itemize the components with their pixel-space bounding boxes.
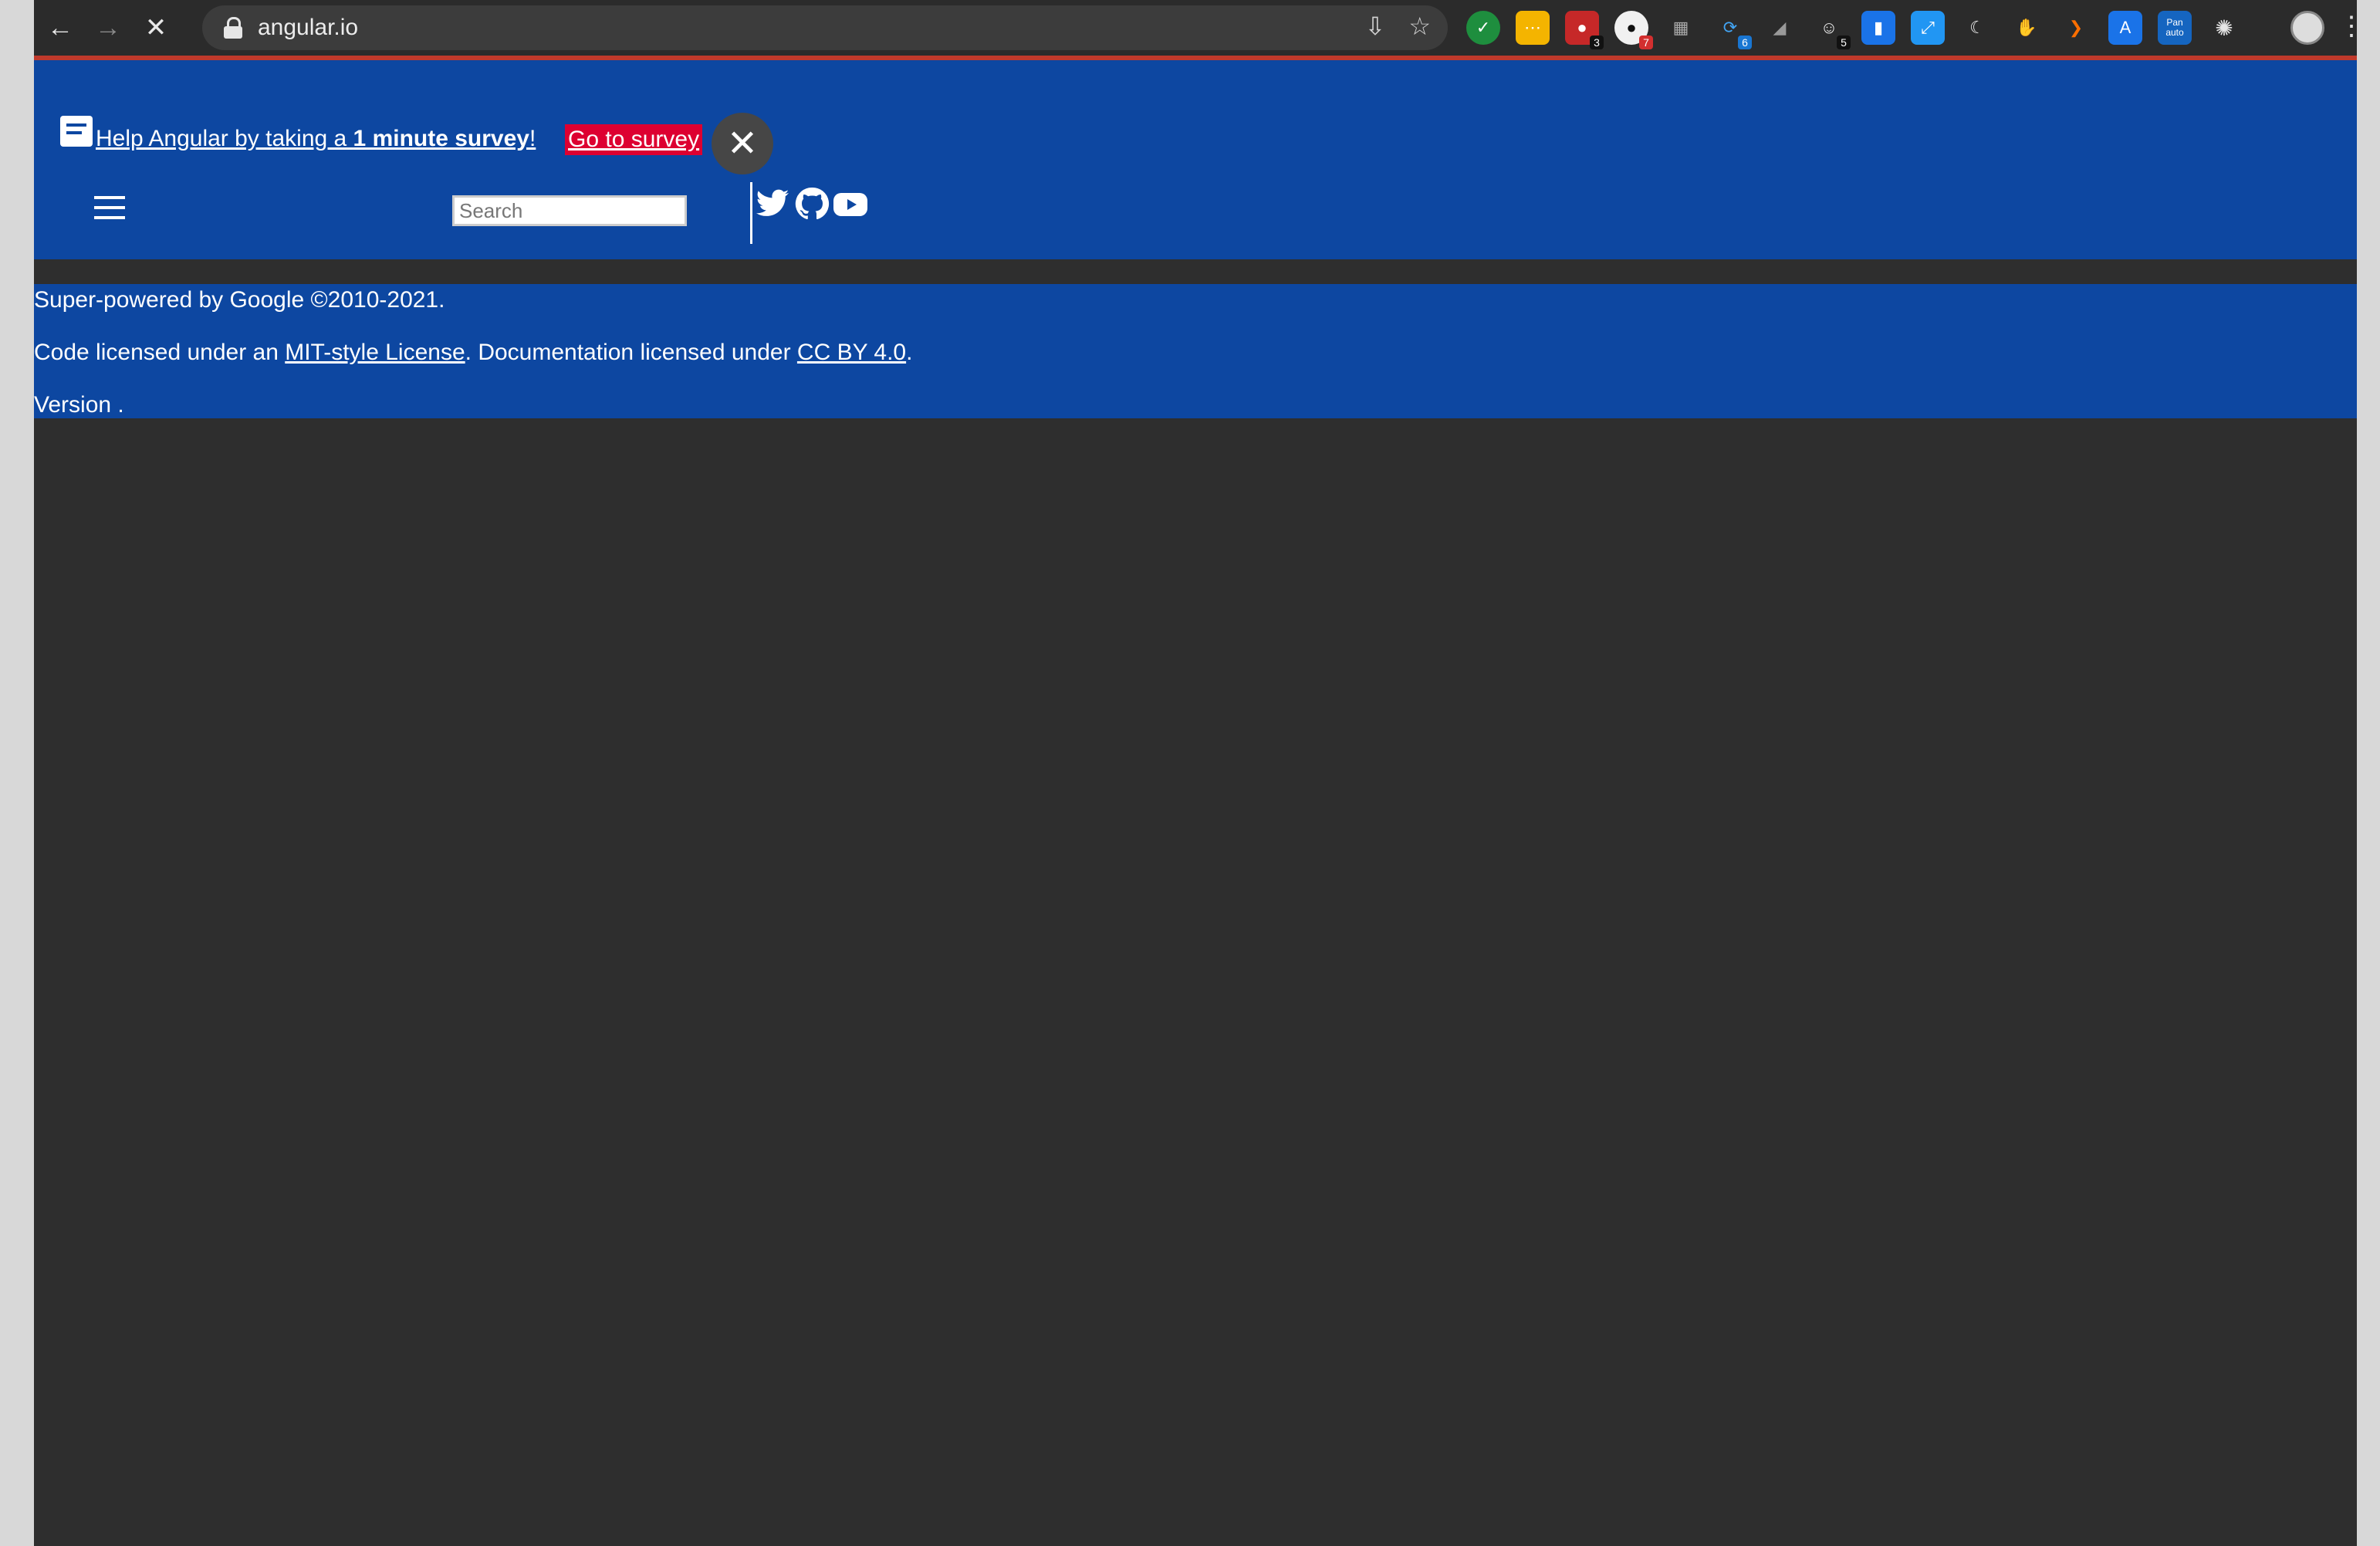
toolbar-divider — [750, 182, 752, 244]
bookmark-extension-icon[interactable]: ▮ — [1861, 11, 1895, 45]
browser-window: ← → ✕ angular.io ⇩ ☆ ✓ ⋯ ● 3 ● 7 ▦ ⟳ 6 ◢ ☺ 5… — [34, 0, 2357, 1546]
header-footer-gap — [34, 259, 2357, 284]
cc-by-link[interactable]: CC BY 4.0 — [797, 340, 906, 365]
mit-license-link[interactable]: MIT-style License — [285, 340, 465, 365]
back-icon[interactable]: ← — [39, 6, 82, 49]
refresh-extension-icon[interactable]: ⟳ 6 — [1713, 11, 1752, 49]
pan-auto-extension-icon[interactable]: Pan auto — [2158, 11, 2192, 45]
social-links — [753, 185, 869, 222]
github-icon[interactable] — [793, 185, 830, 222]
terminal-extension-icon[interactable]: ❯ — [2059, 11, 2093, 45]
page-header: Help Angular by taking a 1 minute survey… — [34, 60, 2357, 259]
profile-avatar[interactable] — [2290, 11, 2324, 45]
dark-mode-extension-icon[interactable]: ☾ — [1960, 11, 1994, 45]
version-text: Version . — [34, 392, 124, 418]
notes-extension-icon[interactable]: ⋯ — [1516, 11, 1550, 45]
extensions-icon[interactable]: ✺ — [2207, 11, 2241, 45]
resize-extension-icon[interactable]: ⤢ — [1911, 11, 1945, 45]
search-input[interactable] — [452, 195, 687, 226]
more-icon[interactable]: ⋮ — [2338, 11, 2357, 42]
url-text[interactable]: angular.io — [258, 15, 358, 41]
extension-badge: 6 — [1738, 36, 1752, 49]
browser-toolbar: ← → ✕ angular.io ⇩ ☆ ✓ ⋯ ● 3 ● 7 ▦ ⟳ 6 ◢ ☺ 5… — [34, 0, 2357, 56]
translate-extension-icon[interactable]: A — [2108, 11, 2142, 45]
license-suffix: . — [906, 340, 913, 365]
survey-text-before: Help Angular by taking a — [96, 126, 353, 151]
github-extension-icon[interactable]: ● 7 — [1614, 11, 1653, 49]
grid-extension-icon[interactable]: ▦ — [1664, 11, 1698, 45]
license-text: Code licensed under an MIT-style License… — [34, 340, 912, 366]
extension-badge: 7 — [1639, 36, 1653, 49]
survey-text-after: ! — [529, 126, 536, 151]
close-icon[interactable]: ✕ — [712, 113, 773, 174]
extensions-bar: ✓ ⋯ ● 3 ● 7 ▦ ⟳ 6 ◢ ☺ 5 ▮ ⤢ ☾ ✋ ❯ A Pan auto… — [1466, 11, 2241, 49]
thumbs-up-extension-icon[interactable]: ✋ — [2010, 11, 2044, 45]
youtube-icon[interactable] — [832, 188, 869, 219]
go-to-survey-link[interactable]: Go to survey — [565, 124, 703, 155]
pen-extension-icon[interactable]: ◢ — [1763, 11, 1797, 45]
powered-by-text: Super-powered by Google ©2010-2021. — [34, 287, 445, 313]
survey-notice[interactable]: Help Angular by taking a 1 minute survey… — [96, 126, 536, 152]
auto-label: auto — [2165, 27, 2184, 38]
extension-badge: 5 — [1837, 36, 1851, 49]
license-prefix: Code licensed under an — [34, 340, 286, 365]
survey-text-bold: 1 minute survey — [353, 126, 529, 151]
alien-extension-icon[interactable]: ☺ 5 — [1812, 11, 1851, 49]
extension-badge: 3 — [1590, 36, 1604, 49]
grammar-extension-icon[interactable]: ✓ — [1466, 11, 1500, 45]
page-footer: Super-powered by Google ©2010-2021. Code… — [34, 284, 2357, 418]
twitter-icon[interactable] — [753, 186, 792, 222]
license-middle: . Documentation licensed under — [465, 340, 797, 365]
menu-icon[interactable] — [94, 196, 125, 224]
feedback-icon — [60, 116, 93, 147]
star-icon[interactable]: ☆ — [1408, 12, 1431, 41]
lock-icon[interactable] — [224, 17, 242, 39]
address-bar[interactable]: angular.io ⇩ ☆ — [202, 5, 1448, 50]
stop-icon[interactable]: ✕ — [134, 6, 177, 49]
install-icon[interactable]: ⇩ — [1365, 12, 1386, 41]
record-extension-icon[interactable]: ● 3 — [1565, 11, 1604, 49]
forward-icon[interactable]: → — [86, 6, 130, 49]
